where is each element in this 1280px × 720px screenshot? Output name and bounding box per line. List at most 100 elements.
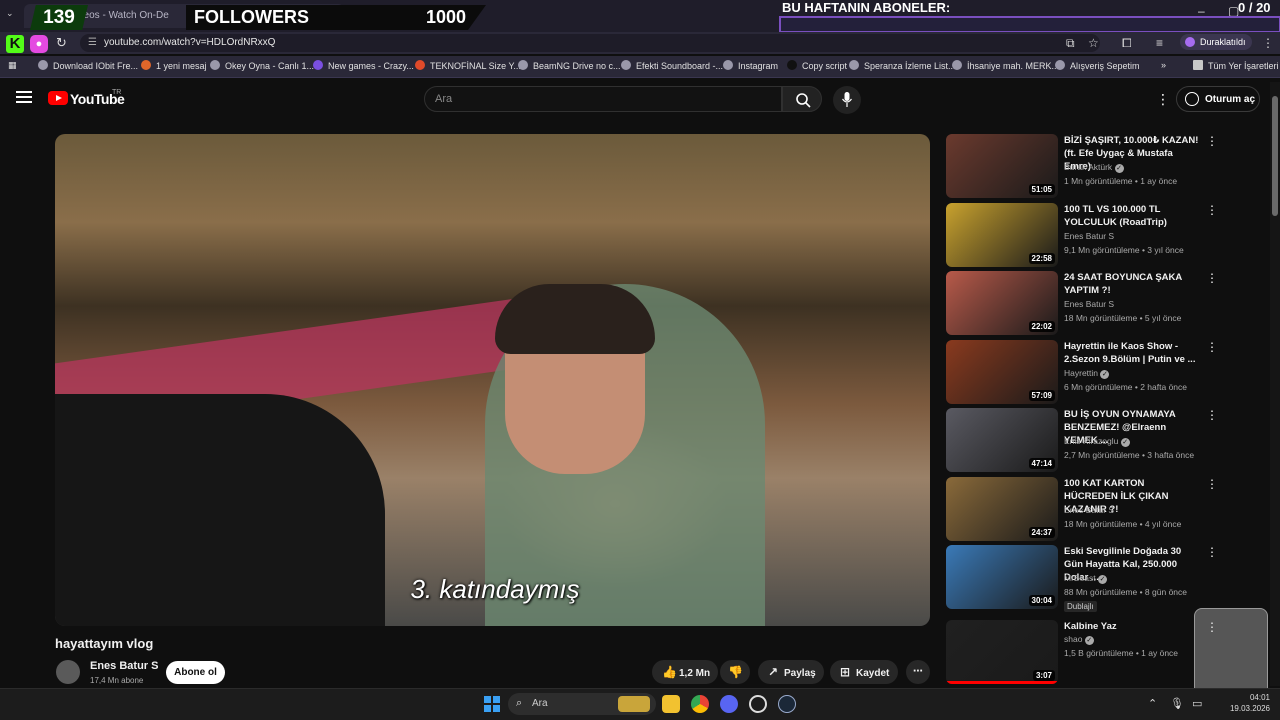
bookmark-item[interactable]: Efekti Soundboard -... <box>621 60 723 71</box>
channel-avatar[interactable] <box>56 660 80 684</box>
bookmark-item[interactable]: 1 yeni mesaj <box>141 60 207 71</box>
more-vertical-icon[interactable]: ⋮ <box>1206 408 1218 422</box>
video-title[interactable]: Hayrettin ile Kaos Show - 2.Sezon 9.Bölü… <box>1064 340 1200 366</box>
more-actions-button[interactable]: ⋯ <box>906 660 930 684</box>
scrollbar-thumb[interactable] <box>1272 96 1278 216</box>
video-thumbnail[interactable]: 22:02 <box>946 271 1058 335</box>
like-button[interactable]: 👍 1,2 Mn <box>652 660 718 684</box>
kick-extension-icon[interactable]: K <box>6 35 24 53</box>
hamburger-menu-icon[interactable] <box>16 91 32 105</box>
chrome-icon[interactable] <box>691 695 709 713</box>
recommended-video[interactable]: 22:02 24 SAAT BOYUNCA ŞAKA YAPTIM ?! Enes … <box>946 271 1266 335</box>
windows-start-icon[interactable] <box>484 696 500 712</box>
bookmark-star-icon[interactable]: ☆ <box>1088 36 1099 50</box>
channel-name[interactable]: shao ✓ <box>1064 634 1094 645</box>
channel-name[interactable]: MrBeast ✓ <box>1064 573 1108 584</box>
tab-search-chevron-icon[interactable]: ⌄ <box>6 8 14 19</box>
steam-icon[interactable] <box>778 695 796 713</box>
taskbar-search[interactable]: ⌕ Ara <box>508 693 656 715</box>
channel-name[interactable]: Enes Batur S <box>1064 231 1114 241</box>
recommended-video[interactable]: 22:58 100 TL VS 100.000 TL YOLCULUK (Road… <box>946 203 1266 267</box>
more-vertical-icon[interactable]: ⋮ <box>1206 477 1218 491</box>
network-icon[interactable]: ▭ <box>1192 697 1202 710</box>
video-thumbnail[interactable]: 30:04 <box>946 545 1058 609</box>
recommended-video[interactable]: 47:14 BU İŞ OYUN OYNAMAYA BENZEMEZ! @Elra… <box>946 408 1266 472</box>
tray-expand-icon[interactable]: ⌃ <box>1148 697 1157 710</box>
more-vertical-icon[interactable]: ⋮ <box>1206 271 1218 285</box>
settings-more-icon[interactable]: ⋮ <box>1156 91 1170 108</box>
recommended-video[interactable]: 57:09 Hayrettin ile Kaos Show - 2.Sezon 9… <box>946 340 1266 404</box>
video-duration: 51:05 <box>1028 184 1055 195</box>
obs-icon[interactable] <box>749 695 767 713</box>
video-title[interactable]: Kalbine Yaz <box>1064 620 1200 633</box>
channel-name[interactable]: Enis Kirazoglu ✓ <box>1064 436 1130 447</box>
url-bar[interactable]: ☰ youtube.com/watch?v=HDLOrdNRxxQ <box>80 34 1100 52</box>
save-label: Kaydet <box>856 668 890 679</box>
bookmark-item[interactable]: İhsaniye mah. MERK... <box>952 60 1059 71</box>
bookmark-item[interactable]: Okey Oyna - Canlı 1... <box>210 60 314 71</box>
bookmark-item[interactable]: Instagram <box>723 60 778 71</box>
channel-name[interactable]: Burak Aktürk ✓ <box>1064 162 1124 173</box>
apps-grid-icon[interactable]: ▦ <box>8 60 17 71</box>
site-info-icon[interactable]: ☰ <box>88 37 97 48</box>
video-thumbnail[interactable]: 47:14 <box>946 408 1058 472</box>
share-button[interactable]: ↗ Paylaş <box>758 660 824 684</box>
video-thumbnail[interactable]: 51:05 <box>946 134 1058 198</box>
reload-icon[interactable]: ↻ <box>56 35 67 51</box>
search-button[interactable] <box>782 86 822 112</box>
video-thumbnail[interactable]: 3:07 <box>946 620 1058 684</box>
more-vertical-icon[interactable]: ⋮ <box>1206 545 1218 559</box>
taskbar-clock[interactable]: 04:01 19.03.2026 <box>1226 692 1270 714</box>
extension-icon[interactable]: ● <box>30 35 48 53</box>
video-frame-hair <box>495 284 655 354</box>
more-vertical-icon[interactable]: ⋮ <box>1206 203 1218 217</box>
recommended-video[interactable]: 24:37 100 KAT KARTON HÜCREDEN İLK ÇIKAN K… <box>946 477 1266 541</box>
bookmark-item[interactable]: BeamNG Drive no c... <box>518 60 621 71</box>
search-input[interactable]: Ara <box>424 86 782 112</box>
cast-icon[interactable]: ⧉ <box>1066 36 1075 51</box>
save-button[interactable]: ⊞ Kaydet <box>830 660 898 684</box>
video-meta: 2,7 Mn görüntüleme • 3 hafta önce <box>1064 450 1195 460</box>
more-vertical-icon[interactable]: ⋮ <box>1206 340 1218 354</box>
bookmark-item[interactable]: Download IObit Fre... <box>38 60 138 71</box>
video-thumbnail[interactable]: 57:09 <box>946 340 1058 404</box>
follower-count-overlay: 139 <box>30 5 88 30</box>
more-vertical-icon[interactable]: ⋮ <box>1206 134 1218 148</box>
video-player[interactable]: 3. katındaymış <box>55 134 930 626</box>
browser-menu-icon[interactable]: ⋮ <box>1262 36 1274 50</box>
bookmark-item[interactable]: Speranza İzleme List... <box>849 60 956 71</box>
extensions-icon[interactable]: ⧠ <box>1122 36 1132 51</box>
bookmark-item[interactable]: TEKNOFİNAL Size Y... <box>415 60 521 71</box>
voice-search-button[interactable] <box>833 86 861 114</box>
channel-name[interactable]: Enes Batur S <box>1064 299 1114 309</box>
bookmark-item[interactable]: Copy script <box>787 60 847 71</box>
discord-icon[interactable] <box>720 695 738 713</box>
dislike-button[interactable]: 👎 <box>720 660 750 684</box>
video-thumbnail[interactable]: 22:58 <box>946 203 1058 267</box>
reading-list-icon[interactable]: ≡ <box>1156 36 1163 50</box>
bookmarks-overflow-icon[interactable]: » <box>1161 60 1166 70</box>
subscribe-button[interactable]: Abone ol <box>166 661 225 684</box>
channel-name[interactable]: Enes Batur S <box>1064 505 1114 515</box>
youtube-logo-icon[interactable] <box>48 91 68 105</box>
video-thumbnail[interactable]: 24:37 <box>946 477 1058 541</box>
recommended-video[interactable]: 51:05 BİZİ ŞAŞIRT, 10.000₺ KAZAN! (ft. Ef… <box>946 134 1266 198</box>
microphone-icon[interactable]: 🎙 <box>1170 697 1184 710</box>
recommended-video[interactable]: 30:04 Eski Sevgilinle Doğada 30 Gün Hayat… <box>946 545 1266 612</box>
sign-in-button[interactable]: Oturum aç <box>1176 86 1260 112</box>
save-playlist-icon: ⊞ <box>839 665 851 679</box>
globe-icon <box>723 60 733 70</box>
thumbs-down-icon: 👎 <box>728 665 743 679</box>
bookmark-item[interactable]: Alışveriş Sepetim <box>1055 60 1140 71</box>
profile-button[interactable]: Duraklatıldı <box>1180 34 1252 50</box>
video-duration: 24:37 <box>1028 527 1055 538</box>
bookmark-item[interactable]: New games - Crazy... <box>313 60 414 71</box>
video-title[interactable]: 24 SAAT BOYUNCA ŞAKA YAPTIM ?! <box>1064 271 1200 297</box>
all-bookmarks-item[interactable]: Tüm Yer İşaretleri <box>1193 60 1279 71</box>
channel-name[interactable]: Hayrettin ✓ <box>1064 368 1110 379</box>
tab-title: deos - Watch On-De <box>78 10 169 21</box>
channel-name[interactable]: Enes Batur S <box>90 660 158 672</box>
video-title[interactable]: 100 TL VS 100.000 TL YOLCULUK (RoadTrip) <box>1064 203 1200 229</box>
subs-overlay-title: BU HAFTANIN ABONELER: <box>782 0 951 15</box>
file-explorer-icon[interactable] <box>662 695 680 713</box>
